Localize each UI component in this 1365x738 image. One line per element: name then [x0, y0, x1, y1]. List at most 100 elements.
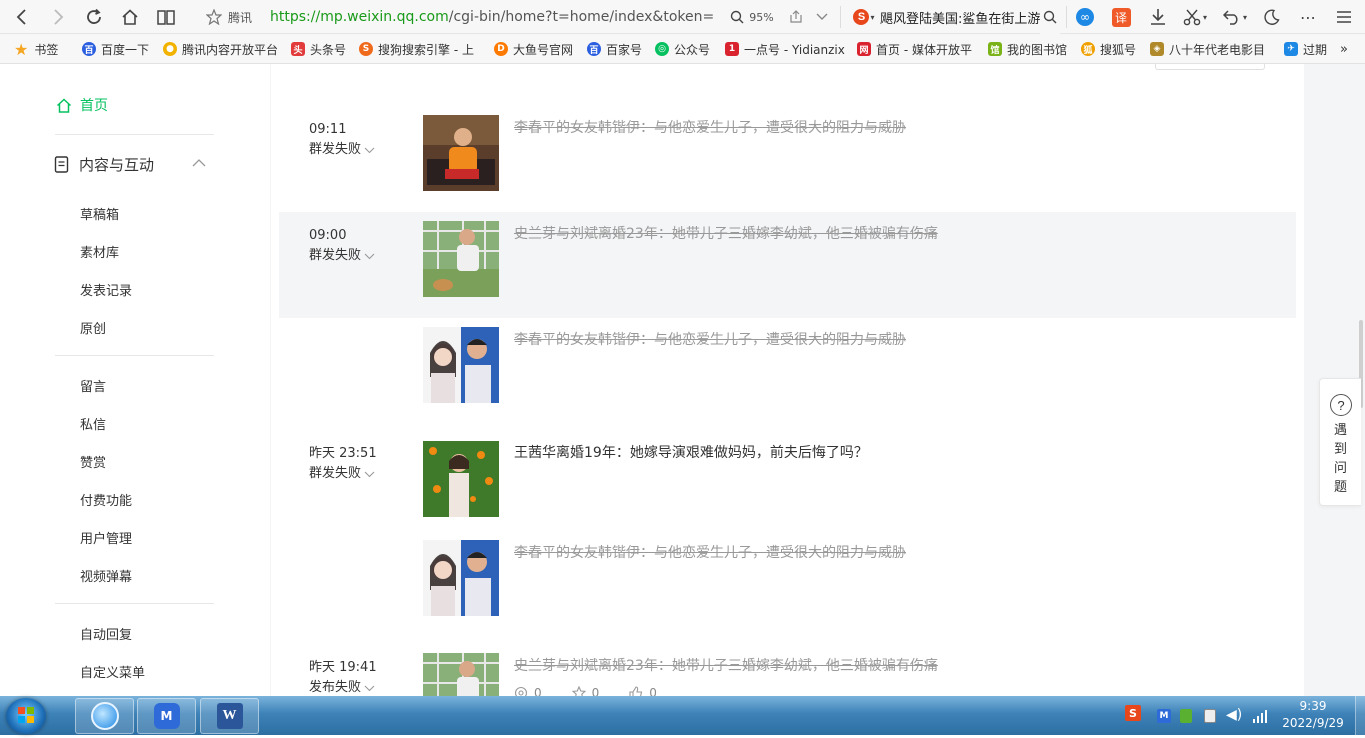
help-icon: ? [1330, 394, 1352, 416]
back-button[interactable] [8, 0, 36, 34]
bookmark-item[interactable]: 狐搜狐号 [1081, 34, 1136, 63]
post-status-label: 发布失败 [309, 680, 362, 695]
sidebar-item-original[interactable]: 原创 [80, 318, 106, 337]
zoom-control[interactable]: 95% [728, 0, 776, 34]
search-engine-button[interactable]: S ▾ [850, 0, 878, 34]
more-button[interactable]: ⋯ [1296, 0, 1320, 34]
sidebar-item-publish-records[interactable]: 发表记录 [80, 280, 132, 299]
sidebar-item-drafts[interactable]: 草稿箱 [80, 204, 119, 223]
network-icon[interactable] [1252, 708, 1268, 723]
bookmark-item[interactable]: D 大鱼号官网 [494, 34, 573, 63]
sogou-ime-icon[interactable]: S [1125, 705, 1141, 721]
security-icon[interactable] [1180, 709, 1192, 723]
expired-icon: ✈ [1284, 42, 1298, 56]
system-clock[interactable]: 9:39 2022/9/29 [1268, 698, 1358, 732]
help-text: 遇到问题 [1334, 423, 1348, 495]
main-menu-button[interactable] [1332, 0, 1356, 34]
bookmark-item[interactable]: 头头条号 [291, 34, 347, 63]
post-status[interactable]: 发布失败 [309, 678, 375, 696]
toutiao-icon: 头 [291, 42, 305, 56]
post-row[interactable]: 昨天 23:51 群发失败 王茜华离婚19年：她嫁导演艰难做妈妈，前夫后悔了吗？ [279, 430, 1296, 536]
bookmark-item[interactable]: ◎ 公众号 [655, 34, 710, 63]
post-stats: 0 0 0 [514, 686, 687, 696]
home-icon [122, 9, 138, 25]
post-title[interactable]: 李春平的女友韩锴伊：与他恋爱生儿子，遭受很大的阻力与威胁 [514, 330, 906, 350]
search-input[interactable]: 飓风登陆美国:鲨鱼在街上游 [880, 0, 1060, 34]
bookmark-item[interactable]: ★ 书签 [14, 34, 58, 63]
undo-button[interactable]: ▾ [1218, 0, 1252, 34]
bookmark-item[interactable]: ✈ 过期 [1284, 34, 1327, 63]
bookmark-item[interactable]: ◈ 八十年代老电影目 [1150, 34, 1266, 63]
start-button[interactable] [6, 698, 46, 734]
post-title[interactable]: 王茜华离婚19年：她嫁导演艰难做妈妈，前夫后悔了吗？ [514, 443, 868, 463]
sidebar-item-user-management[interactable]: 用户管理 [80, 528, 132, 547]
help-widget[interactable]: ? 遇到问题 [1319, 378, 1361, 506]
taskbar-word-app[interactable]: W [200, 698, 259, 734]
post-status[interactable]: 群发失败 [309, 246, 375, 266]
post-row[interactable]: 09:00 群发失败 史兰芽与刘斌离婚23年：她带儿子三婚嫁李幼斌，他三婚被骗有… [279, 212, 1296, 318]
reader-button[interactable] [152, 0, 180, 34]
top-button[interactable] [1155, 64, 1265, 70]
extension-button[interactable]: ∞ [1074, 0, 1096, 34]
post-thumbnail [423, 115, 499, 191]
post-status[interactable]: 群发失败 [309, 464, 375, 484]
forward-button[interactable] [44, 0, 72, 34]
night-mode-button[interactable] [1260, 0, 1284, 34]
bookmark-item[interactable]: 1 一点号 - Yidianzix [725, 34, 845, 63]
post-status[interactable]: 群发失败 [309, 140, 375, 160]
sidebar-item-home[interactable]: 首页 [56, 95, 108, 115]
post-thumbnail [423, 221, 499, 297]
post-title[interactable]: 李春平的女友韩锴伊：与他恋爱生儿子，遭受很大的阻力与威胁 [514, 118, 906, 138]
sidebar-divider [55, 355, 214, 356]
infinity-icon: ∞ [1076, 8, 1094, 26]
bookmark-item[interactable]: 百百家号 [587, 34, 642, 63]
yidian-icon: 1 [725, 42, 739, 56]
bookmarks-overflow-button[interactable]: » [1340, 34, 1348, 63]
post-title[interactable]: 李春平的女友韩锴伊：与他恋爱生儿子，遭受很大的阻力与威胁 [514, 543, 906, 563]
translate-button[interactable]: 译 [1110, 0, 1132, 34]
sidebar-item-materials[interactable]: 素材库 [80, 242, 119, 261]
share-button[interactable] [786, 0, 806, 34]
windows-logo-icon [18, 707, 34, 723]
screenshot-button[interactable]: ▾ [1178, 0, 1212, 34]
sidebar-item-video-danmaku[interactable]: 视频弹幕 [80, 566, 132, 585]
bookmark-label: 八十年代老电影目 [1169, 42, 1266, 57]
bookmark-item[interactable]: S 搜狗搜索引擎 - 上 [359, 34, 474, 63]
bookmark-item[interactable]: 馆我的图书馆 [988, 34, 1067, 63]
bookmark-label: 一点号 - Yidianzix [744, 42, 845, 57]
volume-icon[interactable]: ◀) [1226, 707, 1242, 723]
translate-icon: 译 [1111, 7, 1131, 27]
show-desktop-button[interactable] [1355, 696, 1365, 735]
weixin-tray-icon[interactable]: M [1157, 709, 1171, 723]
sidebar-item-custom-menu[interactable]: 自定义菜单 [80, 662, 145, 681]
bookmark-label: 头条号 [310, 42, 347, 57]
sidebar-item-comments[interactable]: 留言 [80, 376, 106, 395]
search-button[interactable] [1040, 0, 1060, 34]
bookmark-label: 搜狗搜索引擎 - 上 [378, 42, 474, 57]
sidebar-item-paid-features[interactable]: 付费功能 [80, 490, 132, 509]
sidebar-item-rewards[interactable]: 赞赏 [80, 452, 106, 471]
bookmark-item[interactable]: 百百度一下 [82, 34, 150, 63]
reload-button[interactable] [80, 0, 108, 34]
windows-taskbar: M W S M ◀) 9:39 2022/9/29 [0, 696, 1365, 735]
url-dropdown[interactable] [812, 0, 832, 34]
usb-icon[interactable] [1204, 709, 1216, 723]
bookmark-item[interactable]: ● 腾讯内容开放平台 [163, 34, 278, 63]
sidebar-item-auto-reply[interactable]: 自动回复 [80, 624, 132, 643]
taskbar-browser-app[interactable] [75, 698, 134, 734]
sidebar-group-content[interactable]: 内容与互动 [54, 154, 214, 175]
home-button[interactable] [116, 0, 144, 34]
post-title[interactable]: 史兰芽与刘斌离婚23年：她带儿子三婚嫁李幼斌，他三婚被骗有伤痛 [514, 656, 938, 676]
post-title[interactable]: 史兰芽与刘斌离婚23年：她带儿子三婚嫁李幼斌，他三婚被骗有伤痛 [514, 224, 938, 244]
bookmark-label: 百度一下 [101, 42, 150, 57]
post-row[interactable]: 李春平的女友韩锴伊：与他恋爱生儿子，遭受很大的阻力与威胁 [279, 318, 1296, 424]
bookmark-item[interactable]: 网首页 - 媒体开放平 [857, 34, 972, 63]
taskbar-weixin-app[interactable]: M [137, 698, 196, 734]
post-row[interactable]: 昨天 19:41 发布失败 史兰芽与刘斌离婚23年：她带儿子三婚嫁李幼斌，他三婚… [279, 644, 1296, 696]
post-status-label: 群发失败 [309, 466, 362, 481]
sidebar-item-messages[interactable]: 私信 [80, 414, 106, 433]
post-row[interactable]: 09:11 群发失败 李春平的女友韩锴伊：与他恋爱生儿子，遭受很大的阻力与威胁 [279, 106, 1296, 212]
download-button[interactable] [1146, 0, 1170, 34]
chevron-down-icon [364, 471, 375, 477]
post-row[interactable]: 李春平的女友韩锴伊：与他恋爱生儿子，遭受很大的阻力与威胁 [279, 531, 1296, 637]
